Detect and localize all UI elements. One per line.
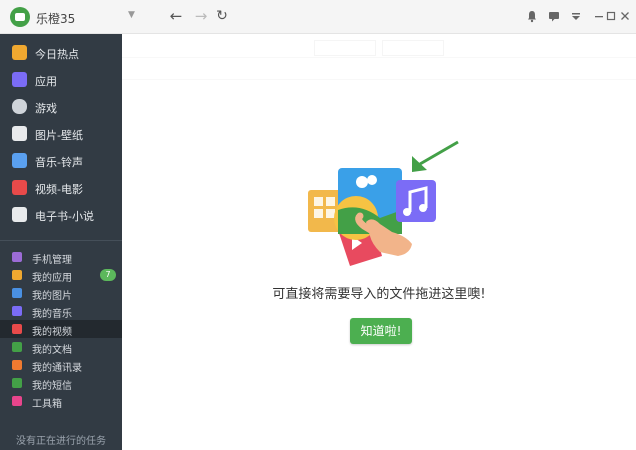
title-bar: 乐橙35 ▼ ← → ↻ <box>0 0 636 34</box>
sidebar-item-label: 游戏 <box>35 102 57 115</box>
video-icon <box>12 180 27 195</box>
sidebar-item-contacts[interactable]: 我的通讯录 <box>0 356 122 374</box>
got-it-button[interactable]: 知道啦! <box>350 318 412 344</box>
sidebar-item-label: 我的图片 <box>32 291 72 302</box>
message-icon[interactable] <box>547 9 561 23</box>
sidebar-item-apps[interactable]: 应用 <box>0 67 122 93</box>
refresh-icon[interactable]: ↻ <box>214 8 230 24</box>
sidebar-item-label: 今日热点 <box>35 48 79 61</box>
sidebar-item-label: 我的短信 <box>32 381 72 392</box>
tab-placeholder <box>382 40 444 56</box>
contacts-icon <box>12 360 22 370</box>
sms-icon <box>12 378 22 388</box>
music-note-icon <box>12 153 27 168</box>
sidebar-divider <box>0 240 122 241</box>
sidebar-item-label: 应用 <box>35 75 57 88</box>
sidebar-item-label: 我的应用 <box>32 273 72 284</box>
sidebar: 今日热点 应用 游戏 图片-壁纸 音乐-铃声 视频-电影 电子书-小说 手机管理… <box>0 34 122 450</box>
sidebar-item-label: 我的文档 <box>32 345 72 356</box>
sidebar-item-label: 音乐-铃声 <box>35 156 83 169</box>
sidebar-item-label: 图片-壁纸 <box>35 129 83 142</box>
sidebar-item-sms[interactable]: 我的短信 <box>0 374 122 392</box>
sidebar-item-ebook[interactable]: 电子书-小说 <box>0 202 122 228</box>
ebook-icon <box>12 207 27 222</box>
sidebar-item-label: 我的通讯录 <box>32 363 82 374</box>
sidebar-item-label: 手机管理 <box>32 255 72 266</box>
picture-icon <box>12 126 27 141</box>
hot-news-icon <box>12 45 27 60</box>
sidebar-item-my-video[interactable]: 我的视频 <box>0 320 122 338</box>
sidebar-item-label: 我的音乐 <box>32 309 72 320</box>
sidebar-item-my-apps[interactable]: 我的应用 7 <box>0 266 122 284</box>
drag-files-illustration-icon <box>308 140 459 266</box>
close-icon[interactable] <box>618 9 632 23</box>
toolbox-icon <box>12 396 22 406</box>
sidebar-item-pictures[interactable]: 图片-壁纸 <box>0 121 122 147</box>
task-status-text: 没有正在进行的任务 <box>16 436 106 447</box>
sidebar-item-label: 视频-电影 <box>35 183 83 196</box>
my-docs-icon <box>12 342 22 352</box>
sidebar-item-games[interactable]: 游戏 <box>0 94 122 120</box>
sidebar-item-music[interactable]: 音乐-铃声 <box>0 148 122 174</box>
app-title: 乐橙35 <box>36 12 76 26</box>
phone-manage-icon <box>12 252 22 262</box>
app-count-badge: 7 <box>100 269 116 281</box>
tab-placeholder <box>314 40 376 56</box>
app-logo-icon <box>10 7 30 27</box>
back-arrow-icon[interactable]: ← <box>168 8 184 24</box>
tab-strip <box>122 34 636 58</box>
sidebar-item-toolbox[interactable]: 工具箱 <box>0 392 122 410</box>
sidebar-item-phone-manage[interactable]: 手机管理 <box>0 248 122 266</box>
sidebar-item-label: 电子书-小说 <box>35 210 94 223</box>
sidebar-item-video[interactable]: 视频-电影 <box>0 175 122 201</box>
forward-arrow-icon[interactable]: → <box>193 8 209 24</box>
sidebar-item-hot-news[interactable]: 今日热点 <box>0 40 122 66</box>
my-music-icon <box>12 306 22 316</box>
my-pictures-icon <box>12 288 22 298</box>
maximize-icon[interactable] <box>604 9 618 23</box>
notification-bell-icon[interactable] <box>525 9 539 23</box>
sidebar-item-label: 工具箱 <box>32 399 62 410</box>
my-video-icon <box>12 324 22 334</box>
drag-hint-text: 可直接将需要导入的文件拖进这里噢! <box>272 287 486 302</box>
apps-icon <box>12 72 27 87</box>
sidebar-item-label: 我的视频 <box>32 327 72 338</box>
toolbar-strip <box>122 58 636 80</box>
sidebar-item-my-pictures[interactable]: 我的图片 <box>0 284 122 302</box>
my-apps-icon <box>12 270 22 280</box>
menu-dropdown-icon[interactable] <box>569 9 583 23</box>
gamepad-icon <box>12 99 27 114</box>
sidebar-item-my-docs[interactable]: 我的文档 <box>0 338 122 356</box>
sidebar-item-my-music[interactable]: 我的音乐 <box>0 302 122 320</box>
device-dropdown-icon[interactable]: ▼ <box>128 10 135 20</box>
